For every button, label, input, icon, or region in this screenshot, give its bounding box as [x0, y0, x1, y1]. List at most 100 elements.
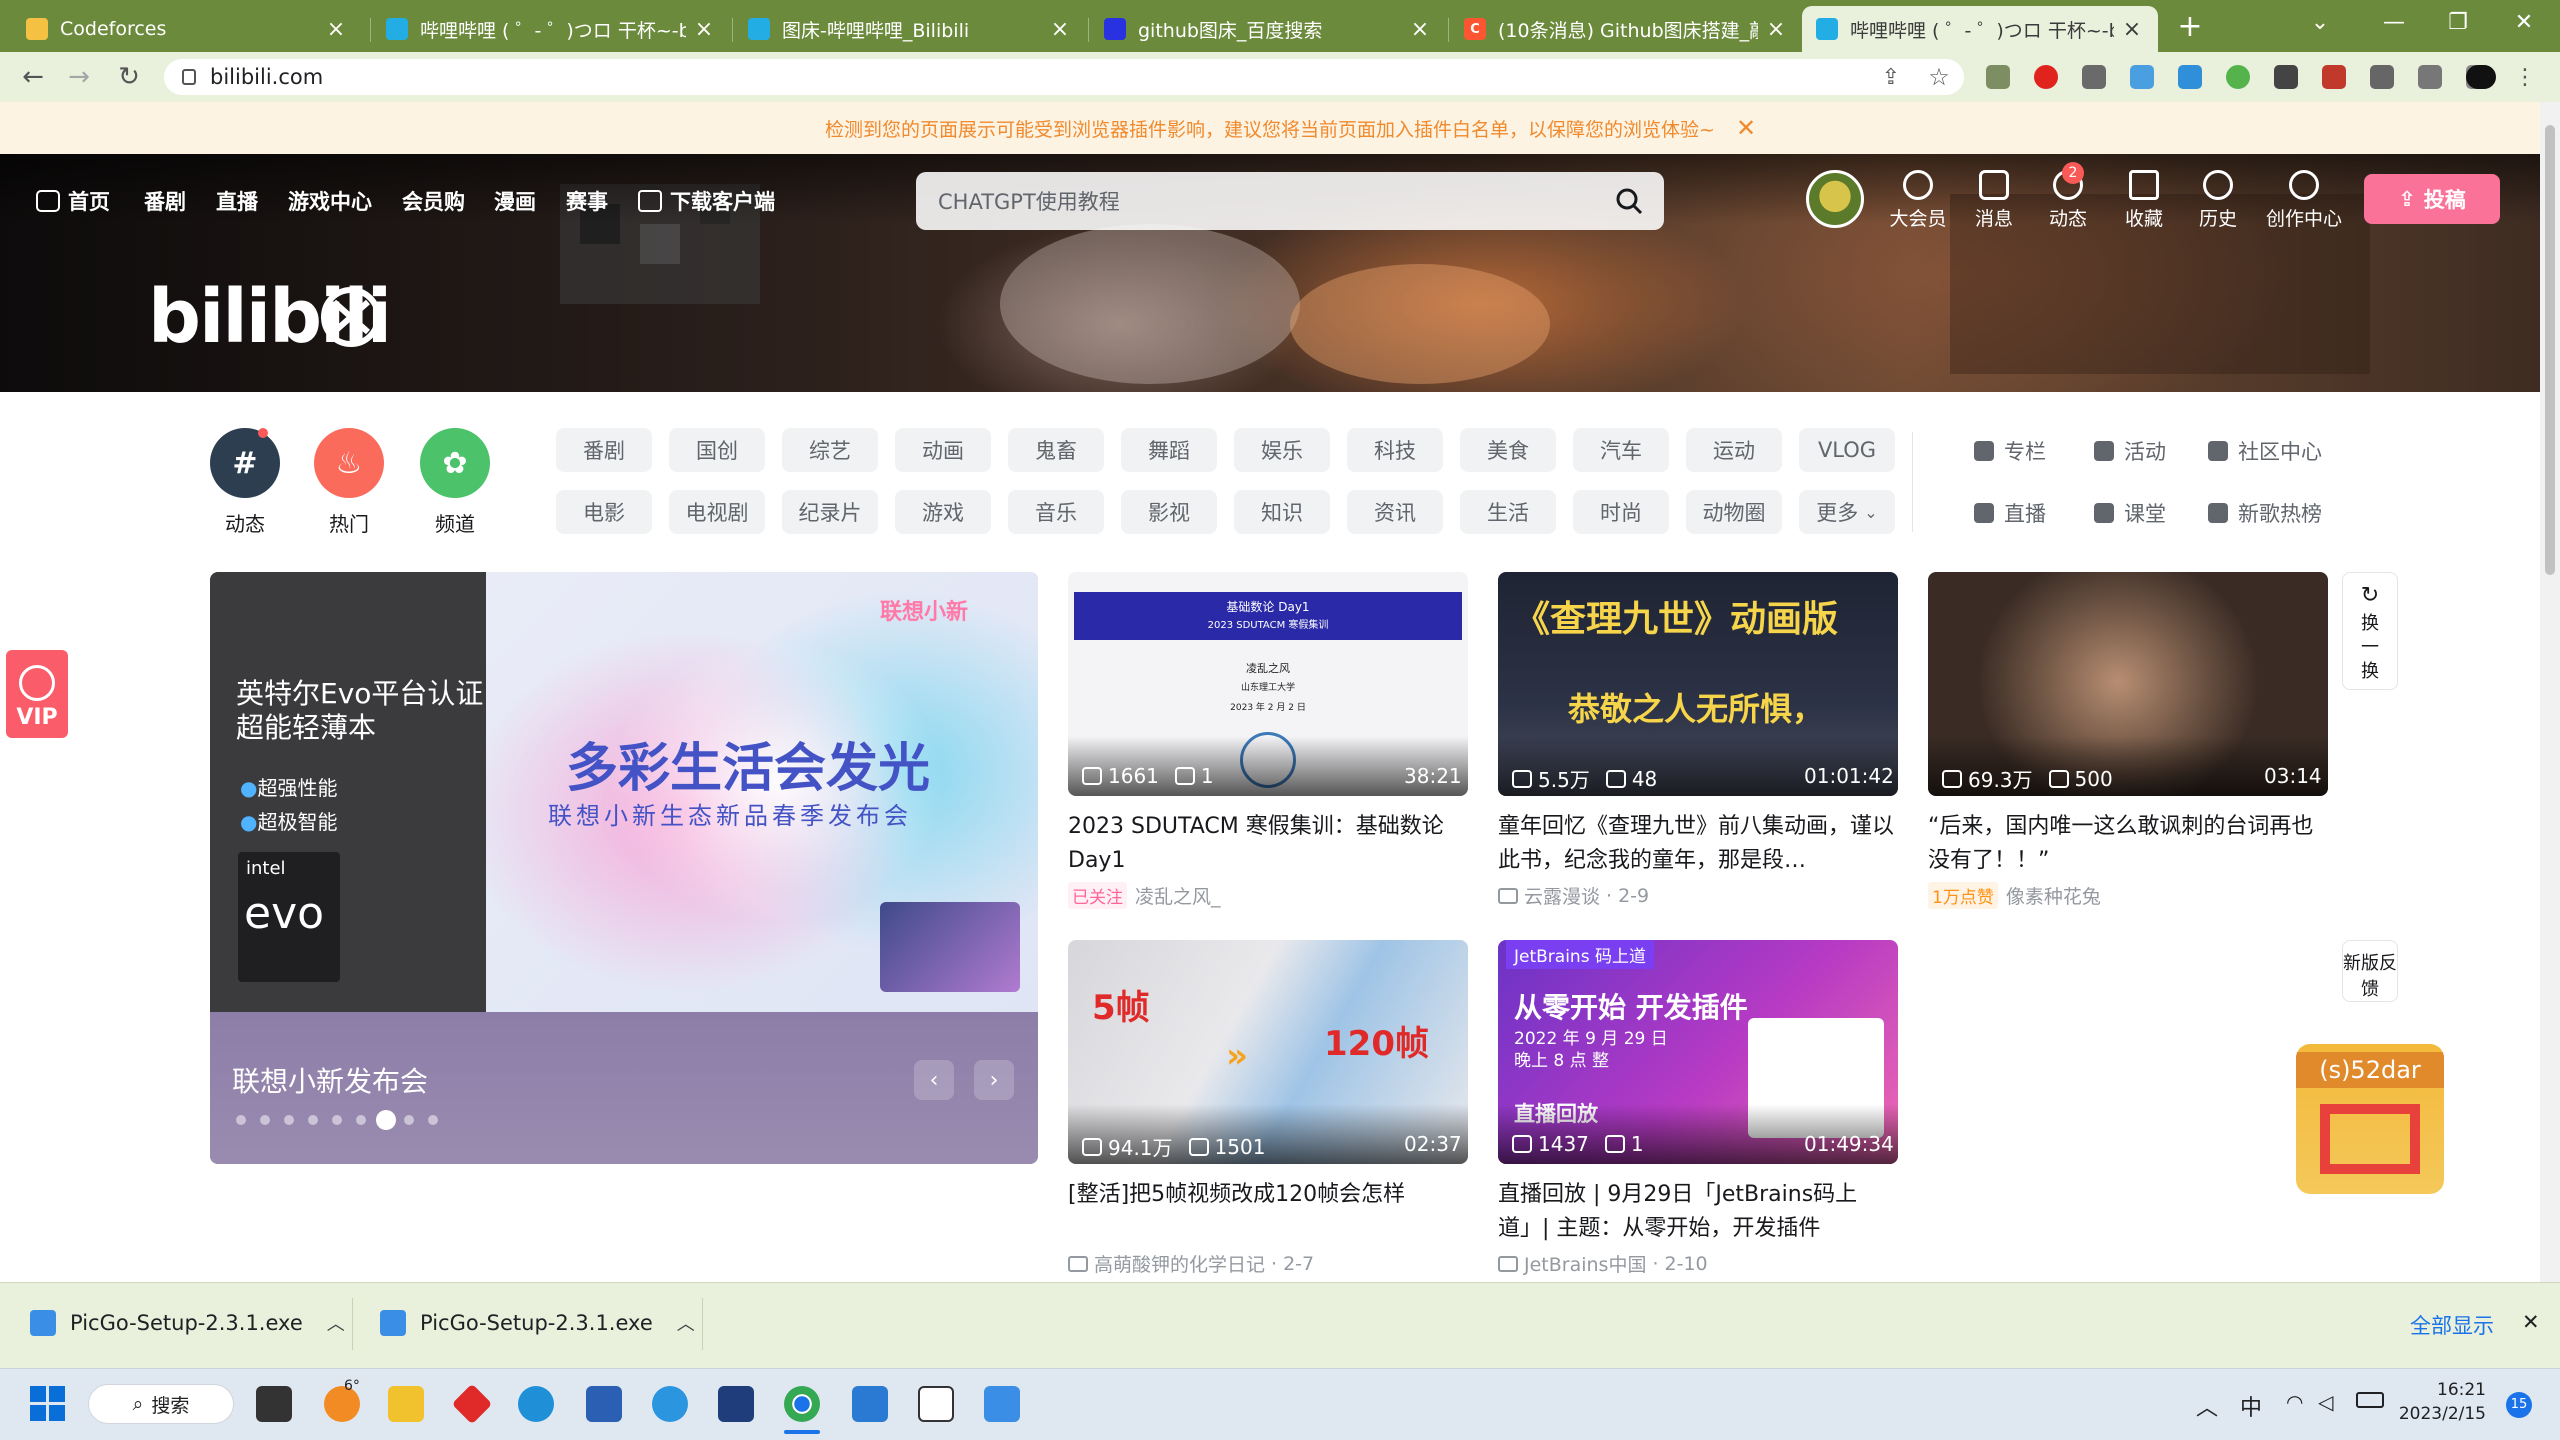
channel-dynamic[interactable]: # 动态 — [200, 428, 290, 537]
header-messages[interactable]: 消息 — [1954, 170, 2034, 231]
chip-movie[interactable]: 电影 — [556, 490, 652, 534]
chip-game[interactable]: 游戏 — [895, 490, 991, 534]
chevron-up-icon[interactable]: ︿ — [677, 1310, 695, 1336]
chip-tech[interactable]: 科技 — [1347, 428, 1443, 472]
chip-car[interactable]: 汽车 — [1573, 428, 1669, 472]
video-author[interactable]: 像素种花兔 — [2006, 882, 2101, 909]
link-live[interactable]: 直播 — [1974, 498, 2046, 528]
channel-hot[interactable]: ♨ 热门 — [304, 428, 394, 537]
reload-icon[interactable]: ↻ — [112, 60, 146, 94]
carousel-caption[interactable]: 联想小新发布会 — [232, 1060, 428, 1100]
chip-knowledge[interactable]: 知识 — [1234, 490, 1330, 534]
extension-icon[interactable] — [2322, 65, 2346, 89]
video-author[interactable]: 高萌酸钾的化学日记 — [1094, 1250, 1265, 1277]
tab-csdn[interactable]: C (10条消息) Github图床搭建_敲 × — [1450, 6, 1802, 52]
nav-bangumi[interactable]: 番剧 — [144, 186, 186, 216]
carousel-next-button[interactable]: › — [974, 1060, 1014, 1100]
avatar[interactable] — [1806, 170, 1864, 228]
clock-date[interactable]: 2023/2/15 — [2386, 1404, 2486, 1424]
new-tab-button[interactable]: + — [2160, 4, 2220, 48]
link-column[interactable]: 专栏 — [1974, 436, 2046, 466]
task-view-icon[interactable] — [256, 1386, 292, 1422]
chip-life[interactable]: 生活 — [1460, 490, 1556, 534]
close-icon[interactable]: ✕ — [2522, 1310, 2540, 1334]
notification-count[interactable]: 15 — [2506, 1392, 2532, 1418]
chevron-up-icon[interactable]: ︿ — [327, 1310, 345, 1336]
tab-bilibili-1[interactable]: 哔哩哔哩 ( ゜- ゜)つロ 干杯~-bili × — [372, 6, 730, 52]
video-title[interactable]: “后来，国内唯一这么敢讽刺的台词再也没有了！！” — [1928, 810, 2328, 878]
chip-animation[interactable]: 动画 — [895, 428, 991, 472]
extension-icon[interactable] — [1986, 65, 2010, 89]
video-thumbnail[interactable]: 《查理九世》动画版 恭敬之人无所惧， — [1498, 572, 1898, 796]
chip-film[interactable]: 影视 — [1121, 490, 1217, 534]
profile-avatar[interactable] — [2466, 65, 2496, 89]
refresh-recommendations-button[interactable]: ↻ 换一换 — [2342, 572, 2398, 690]
video-thumbnail[interactable] — [1928, 572, 2328, 796]
store-icon[interactable] — [586, 1386, 622, 1422]
extension-icon[interactable] — [2082, 65, 2106, 89]
address-bar[interactable]: bilibili.com — [164, 59, 1964, 95]
close-icon[interactable]: × — [1764, 17, 1788, 42]
video-title[interactable]: 童年回忆《查理九世》前八集动画，谨以此书，纪念我的童年，那是段… — [1498, 810, 1898, 878]
upload-button[interactable]: ⇪ 投稿 — [2364, 174, 2500, 224]
tab-codeforces[interactable]: Codeforces × — [12, 6, 362, 52]
header-creator-center[interactable]: 创作中心 — [2256, 170, 2352, 231]
window-close-icon[interactable]: ✕ — [2492, 0, 2556, 44]
chip-entertainment[interactable]: 娱乐 — [1234, 428, 1330, 472]
back-icon[interactable]: ← — [16, 60, 50, 94]
close-icon[interactable]: × — [1048, 17, 1072, 42]
carousel-dot-active[interactable] — [376, 1110, 396, 1130]
close-icon[interactable]: × — [692, 17, 716, 42]
carousel-dot[interactable] — [404, 1115, 414, 1125]
extension-icon[interactable] — [2274, 65, 2298, 89]
search-icon[interactable] — [1614, 186, 1644, 216]
video-thumbnail[interactable]: JetBrains 码上道 从零开始 开发插件 2022 年 9 月 29 日 … — [1498, 940, 1898, 1164]
chip-dance[interactable]: 舞蹈 — [1121, 428, 1217, 472]
typora-icon[interactable] — [918, 1386, 954, 1422]
carousel-prev-button[interactable]: ‹ — [914, 1060, 954, 1100]
nav-game-center[interactable]: 游戏中心 — [288, 186, 372, 216]
notepad-icon[interactable] — [852, 1386, 888, 1422]
chip-tv[interactable]: 电视剧 — [669, 490, 765, 534]
nav-shop[interactable]: 会员购 — [402, 186, 465, 216]
video-thumbnail[interactable]: 5帧 » 120帧 — [1068, 940, 1468, 1164]
channel-channels[interactable]: ✿ 频道 — [410, 428, 500, 537]
tab-bilibili-2[interactable]: 图床-哔哩哔哩_Bilibili × — [734, 6, 1086, 52]
carousel-dot[interactable] — [260, 1115, 270, 1125]
video-title[interactable]: 直播回放 | 9月29日「JetBrains码上道」| 主题：从零开始，开发插件 — [1498, 1178, 1898, 1246]
extension-icon[interactable] — [2130, 65, 2154, 89]
restore-icon[interactable]: ❐ — [2426, 0, 2490, 44]
chip-documentary[interactable]: 纪录片 — [782, 490, 878, 534]
vip-side-badge[interactable]: VIP — [6, 650, 68, 738]
taskbar-search[interactable]: ⌕ 搜索 — [88, 1384, 234, 1424]
close-icon[interactable]: ✕ — [1736, 114, 1756, 142]
chip-more[interactable]: 更多 ⌄ — [1799, 490, 1895, 534]
link-class[interactable]: 课堂 — [2094, 498, 2166, 528]
share-icon[interactable]: ⇪ — [1874, 60, 1908, 94]
chip-food[interactable]: 美食 — [1460, 428, 1556, 472]
chip-sports[interactable]: 运动 — [1686, 428, 1782, 472]
tab-search-icon[interactable]: ⌄ — [2288, 0, 2352, 44]
scrollbar-thumb[interactable] — [2545, 125, 2555, 575]
minimize-icon[interactable]: — — [2362, 0, 2426, 44]
video-title[interactable]: 2023 SDUTACM 寒假集训：基础数论 Day1 — [1068, 810, 1468, 878]
video-thumbnail[interactable]: 基础数论 Day1 2023 SDUTACM 寒假集训 凌乱之风 山东理工大学 … — [1068, 572, 1468, 796]
nav-live[interactable]: 直播 — [216, 186, 258, 216]
video-title[interactable]: [整活]把5帧视频改成120帧会怎样 — [1068, 1178, 1468, 1212]
feedback-button[interactable]: 新版反馈 — [2342, 940, 2398, 1002]
opera-extension-icon[interactable] — [2034, 65, 2058, 89]
tab-bilibili-active[interactable]: 哔哩哔哩 ( ゜- ゜)つロ 干杯~-bili × — [1802, 6, 2158, 52]
extension-icon[interactable] — [2226, 65, 2250, 89]
tray-chevron-up-icon[interactable]: ︿ — [2196, 1390, 2218, 1422]
clock-time[interactable]: 16:21 — [2406, 1380, 2486, 1400]
wifi-icon[interactable]: ◠ — [2286, 1390, 2303, 1414]
menu-icon[interactable]: ⋮ — [2508, 60, 2542, 94]
video-author[interactable]: JetBrains中国 — [1524, 1250, 1646, 1277]
carousel-dot[interactable] — [308, 1115, 318, 1125]
video-author[interactable]: 云露漫谈 — [1524, 882, 1600, 909]
close-icon[interactable]: × — [1408, 17, 1432, 42]
carousel-dot[interactable] — [428, 1115, 438, 1125]
header-history[interactable]: 历史 — [2178, 170, 2258, 231]
link-activity[interactable]: 活动 — [2094, 436, 2166, 466]
nav-match[interactable]: 赛事 — [566, 186, 608, 216]
